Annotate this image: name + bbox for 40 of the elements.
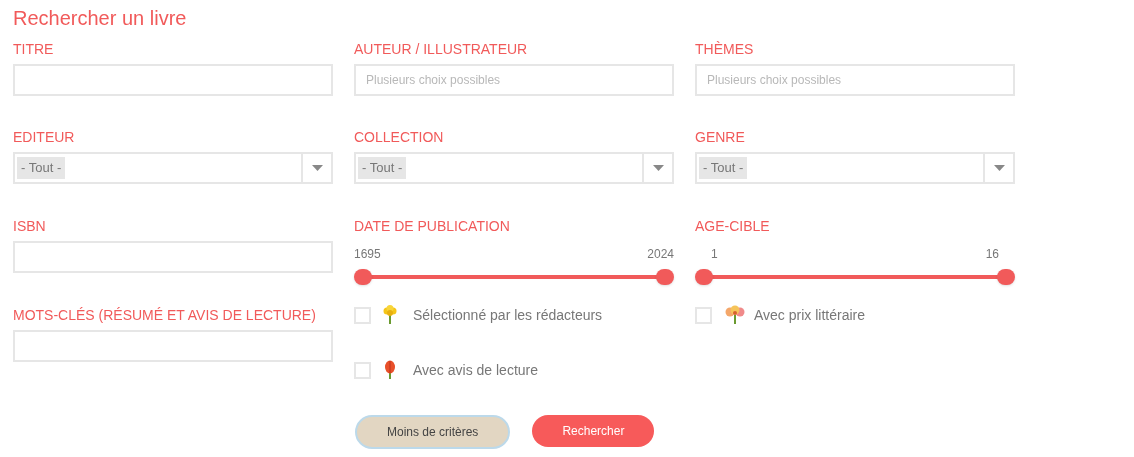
field-label: ISBN [13,217,46,235]
selected-value: - Tout - [358,157,407,179]
tags-field[interactable]: Plusieurs choix possibles [354,64,674,96]
flower-icon [383,305,397,325]
field-label: AGE-CIBLE [695,217,770,235]
caret-icon [652,165,664,171]
tulip-icon [383,360,397,380]
field-label: COLLECTION [354,128,444,146]
field-label: AUTEUR / ILLUSTRATEUR [354,40,528,58]
range-max-label: 2024 [647,247,674,261]
checkbox-label: Sélectionné par les rédacteurs [413,305,603,325]
checkbox[interactable] [354,361,371,379]
field-label: DATE DE PUBLICATION [354,217,510,235]
text-field[interactable] [13,64,333,96]
field-label: THÈMES [695,40,754,58]
fewer-criteria-button[interactable]: Moins de critères [355,415,511,449]
field-label: TITRE [13,40,54,58]
caret-icon [993,165,1005,171]
range-min-label: 1695 [354,247,381,261]
caret-icon [311,165,323,171]
field-label: GENRE [695,128,745,146]
page-title: Rechercher un livre [13,6,187,31]
select-dropdown[interactable]: - Tout - [354,152,674,184]
selected-value: - Tout - [17,157,66,179]
range-max-label: 16 [985,247,999,261]
checkbox-label: Avec prix littéraire [754,305,865,325]
range-min-label: 1 [711,247,718,261]
flower-bouquet-icon [724,305,746,325]
tags-field[interactable]: Plusieurs choix possibles [695,64,1015,96]
checkbox-label: Avec avis de lecture [413,360,539,380]
checkbox[interactable] [695,306,712,324]
checkbox[interactable] [354,306,371,324]
search-button[interactable]: Rechercher [532,415,655,447]
text-field[interactable] [13,241,333,273]
select-dropdown[interactable]: - Tout - [695,152,1015,184]
field-label: EDITEUR [13,128,75,146]
field-label: MOTS-CLÉS (RÉSUMÉ ET AVIS DE LECTURE) [13,306,316,324]
selected-value: - Tout - [699,157,748,179]
text-field[interactable] [13,330,333,362]
select-dropdown[interactable]: - Tout - [13,152,333,184]
